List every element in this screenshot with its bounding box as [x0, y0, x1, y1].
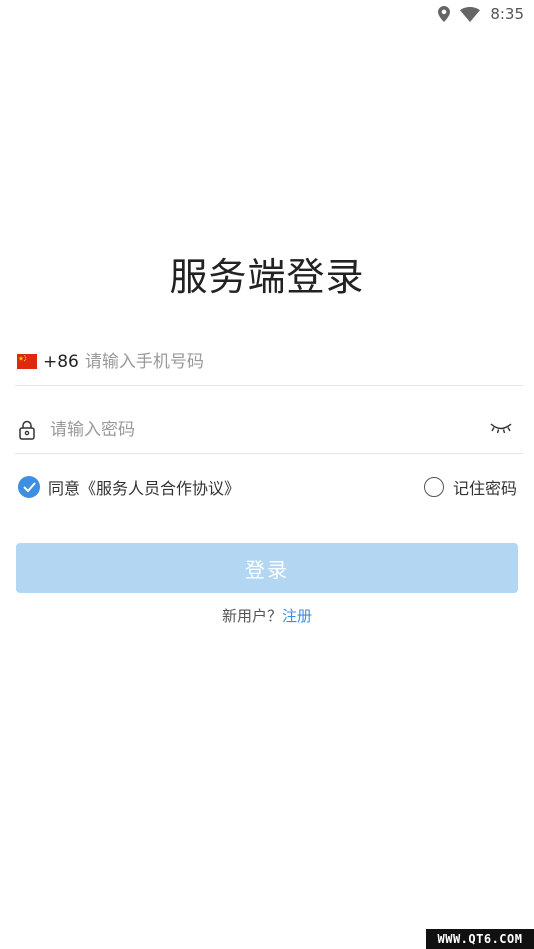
- page-title: 服务端登录: [169, 255, 365, 299]
- login-screen: 8:35 服务端登录 +86 请输入手机号码 同意《服务人员合作协议》 记住密码…: [0, 0, 534, 949]
- agreement-label[interactable]: 同意《服务人员合作协议》: [48, 475, 240, 499]
- phone-field: +86: [15, 338, 523, 386]
- wifi-icon: [460, 6, 481, 22]
- status-bar: 8:35: [0, 0, 534, 28]
- lock-icon: [19, 420, 35, 440]
- phone-input[interactable]: [84, 351, 465, 372]
- country-code[interactable]: +86: [43, 352, 79, 372]
- password-field: [15, 406, 523, 454]
- remember-password-radio[interactable]: 记住密码: [423, 475, 517, 499]
- agreement-checkbox[interactable]: 同意《服务人员合作协议》: [18, 475, 240, 499]
- radio-icon[interactable]: [423, 477, 444, 497]
- status-time: 8:35: [490, 5, 524, 23]
- login-button[interactable]: 登录: [16, 543, 518, 593]
- location-icon: [438, 6, 451, 22]
- remember-password-label[interactable]: 记住密码: [453, 475, 517, 499]
- eye-closed-icon[interactable]: [489, 420, 513, 436]
- cn-flag-icon[interactable]: [17, 354, 37, 369]
- watermark: WWW.QT6.COM: [426, 929, 534, 949]
- register-prompt: 新用户？: [221, 607, 282, 625]
- password-input[interactable]: [50, 419, 450, 440]
- register-link[interactable]: 注册: [282, 607, 312, 625]
- register-row: 新用户？注册: [0, 605, 534, 626]
- check-icon[interactable]: [18, 476, 40, 498]
